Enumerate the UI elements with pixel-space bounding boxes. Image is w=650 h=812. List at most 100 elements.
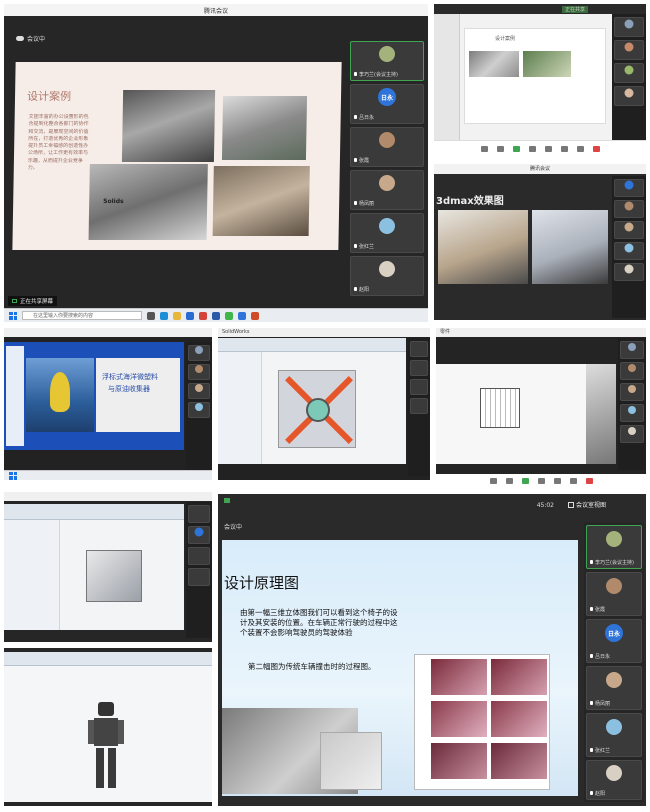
cad-part — [480, 388, 520, 428]
participant-tile[interactable] — [614, 63, 644, 83]
taskbar-search-input[interactable]: 在这里输入你要搜索的内容 — [22, 311, 142, 320]
wechat-icon[interactable] — [225, 311, 233, 320]
buoy-shape — [50, 372, 70, 412]
camera-icon[interactable] — [505, 478, 513, 484]
avatar — [606, 719, 622, 736]
participant-tile[interactable] — [614, 17, 644, 37]
meeting-toolbar — [434, 140, 646, 156]
more-icon[interactable] — [569, 478, 577, 484]
participant-tile[interactable] — [188, 568, 210, 586]
mic-icon[interactable] — [489, 478, 497, 484]
participant-tile[interactable] — [410, 341, 428, 357]
participant-tile[interactable] — [188, 345, 210, 361]
leave-icon[interactable] — [585, 478, 593, 484]
participant-tile[interactable] — [188, 402, 210, 418]
participants-icon[interactable] — [537, 478, 545, 484]
participant-tile[interactable]: 张红兰 — [350, 213, 424, 253]
chat-icon[interactable] — [544, 145, 552, 152]
windows-start-icon[interactable] — [9, 311, 17, 320]
participant-tile[interactable] — [614, 242, 644, 260]
slide-title-line2: 与原油收集器 — [108, 385, 150, 393]
edge-icon[interactable] — [160, 311, 168, 320]
participant-tile[interactable] — [188, 383, 210, 399]
participant-tile[interactable] — [614, 40, 644, 60]
share-icon[interactable] — [521, 478, 529, 484]
mic-icon[interactable] — [480, 145, 488, 152]
folder-icon[interactable] — [173, 311, 181, 320]
avatar — [379, 175, 395, 192]
participant-tile[interactable] — [614, 179, 644, 197]
sharing-tab[interactable]: 正在共享 — [562, 6, 589, 13]
participant-tile[interactable] — [620, 425, 644, 443]
participant-tile[interactable] — [614, 221, 644, 239]
meeting-status — [224, 498, 230, 503]
avatar — [628, 427, 636, 436]
participant-tile[interactable]: 日永 吕日永 — [586, 619, 642, 663]
participant-tile-host[interactable]: 李巧兰(会议主持) — [350, 41, 424, 81]
participant-tile[interactable]: 日永 吕日永 — [350, 84, 424, 124]
camera-icon[interactable] — [496, 145, 504, 152]
task-view-icon[interactable] — [147, 311, 155, 320]
office-logo-text: Solids — [103, 198, 124, 205]
participant-tile[interactable] — [188, 364, 210, 380]
participant-tile[interactable] — [614, 263, 644, 281]
avatar — [624, 201, 634, 211]
windows-start-icon[interactable] — [9, 471, 17, 480]
participant-tile[interactable] — [410, 398, 428, 414]
share-icon[interactable] — [512, 145, 520, 152]
app-label: SolidWorks — [218, 328, 430, 337]
participant-tile[interactable]: 张红兰 — [586, 713, 642, 757]
leave-icon[interactable] — [592, 145, 600, 152]
chrome-icon[interactable] — [199, 311, 207, 320]
participant-tile[interactable] — [620, 341, 644, 359]
participants-icon[interactable] — [528, 145, 536, 152]
powerpoint-icon[interactable] — [251, 311, 259, 320]
participant-tile[interactable]: 杨凤丽 — [350, 170, 424, 210]
more-icon[interactable] — [576, 145, 584, 152]
mic-icon — [590, 607, 593, 611]
mic-icon — [354, 158, 357, 162]
slide-title-line1: 浮标式海洋微塑料 — [102, 373, 158, 381]
participant-tile[interactable] — [620, 362, 644, 380]
word-icon[interactable] — [212, 311, 220, 320]
participant-tile[interactable] — [620, 383, 644, 401]
avatar — [379, 46, 395, 63]
participant-sidebar — [618, 338, 646, 470]
participant-tile[interactable]: 赵阳 — [586, 760, 642, 800]
participant-tile[interactable]: 赵阳 — [350, 256, 424, 296]
screen-share-icon — [12, 299, 17, 303]
participant-tile[interactable] — [614, 200, 644, 218]
office-photo-1 — [121, 90, 216, 162]
avatar — [624, 180, 634, 190]
participant-tile[interactable] — [188, 547, 210, 565]
avatar — [624, 19, 634, 29]
mic-icon — [354, 115, 357, 119]
participant-tile[interactable] — [410, 360, 428, 376]
avatar — [628, 343, 636, 352]
sharing-indicator[interactable]: 正在共享屏幕 — [8, 296, 58, 306]
participant-tile[interactable]: 张霞 — [350, 127, 424, 167]
meeting-tile-3dmax: 腾讯会议 3dmax效果图 — [434, 164, 646, 320]
view-switch-button[interactable]: 会议室视图 — [567, 500, 606, 509]
chat-icon[interactable] — [553, 478, 561, 484]
participant-tile[interactable]: 张霞 — [586, 572, 642, 616]
slide-photo — [523, 51, 571, 77]
participant-tile[interactable] — [410, 379, 428, 395]
mic-icon — [354, 72, 357, 76]
participant-tile[interactable]: 杨凤丽 — [586, 666, 642, 710]
participant-tile[interactable] — [188, 526, 210, 544]
mic-icon — [590, 560, 593, 564]
record-icon[interactable] — [560, 145, 568, 152]
store-icon[interactable] — [186, 311, 194, 320]
participant-tile[interactable] — [188, 505, 210, 523]
participant-tile-host[interactable]: 李巧兰(会议主持) — [586, 525, 642, 569]
meeting-tile-design-principle: 45:02 会议室视图 会议中 设计原理图 由第一幅三维立体图我们可以看到这个椅… — [218, 494, 646, 806]
avatar — [624, 88, 634, 98]
avatar — [624, 264, 634, 274]
participant-tile[interactable] — [614, 86, 644, 106]
participant-tile[interactable] — [620, 404, 644, 422]
meeting-app-icon[interactable] — [238, 311, 246, 320]
cad-ribbon — [4, 652, 212, 666]
robot-model — [88, 702, 124, 794]
avatar — [628, 385, 636, 394]
